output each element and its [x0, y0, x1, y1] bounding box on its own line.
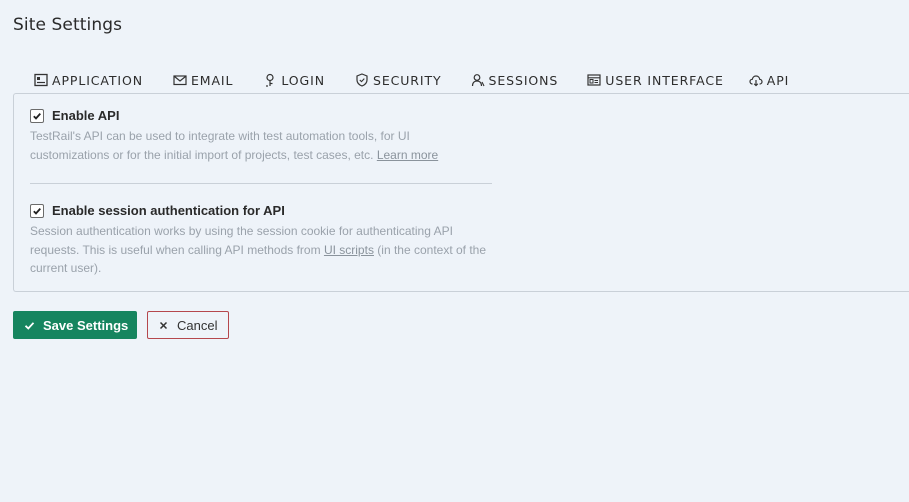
shield-icon	[355, 73, 369, 87]
session-auth-checkbox[interactable]	[30, 203, 44, 218]
divider	[30, 183, 492, 184]
enable-api-description: TestRail's API can be used to integrate …	[30, 127, 490, 164]
tab-api[interactable]: API	[748, 70, 790, 95]
user-interface-icon	[587, 73, 601, 87]
session-auth-label[interactable]: Enable session authentication for API	[52, 203, 285, 218]
tab-security[interactable]: SECURITY	[355, 70, 442, 93]
tab-label: SECURITY	[372, 72, 442, 88]
cancel-button[interactable]: Cancel	[147, 311, 229, 339]
tab-label: API	[766, 72, 790, 88]
ui-scripts-link[interactable]: UI scripts	[324, 243, 374, 257]
api-settings-panel: Enable API TestRail's API can be used to…	[13, 93, 909, 292]
tab-user-interface[interactable]: USER INTERFACE	[587, 70, 724, 93]
login-key-icon	[263, 73, 277, 87]
cloud-api-icon	[749, 73, 763, 87]
session-auth-setting: Enable session authentication for API Se…	[30, 203, 490, 278]
tab-label: APPLICATION	[52, 72, 143, 88]
learn-more-link[interactable]: Learn more	[377, 148, 438, 162]
tab-label: EMAIL	[191, 72, 234, 88]
sessions-user-icon	[471, 73, 485, 87]
tab-label: USER INTERFACE	[605, 72, 724, 88]
save-settings-button[interactable]: Save Settings	[13, 311, 137, 339]
tab-label: LOGIN	[281, 72, 325, 88]
cancel-label: Cancel	[177, 317, 218, 333]
enable-api-description-text: TestRail's API can be used to integrate …	[30, 129, 410, 162]
settings-tabs: APPLICATION EMAIL LOGIN SECURITY SESSION…	[34, 70, 790, 95]
tab-sessions[interactable]: SESSIONS	[471, 70, 559, 93]
tab-login[interactable]: LOGIN	[263, 70, 325, 93]
enable-api-setting: Enable API TestRail's API can be used to…	[30, 108, 490, 164]
tab-application[interactable]: APPLICATION	[34, 70, 143, 93]
page-title: Site Settings	[13, 15, 123, 35]
enable-api-label[interactable]: Enable API	[52, 108, 119, 123]
tab-email[interactable]: EMAIL	[173, 70, 233, 93]
enable-api-checkbox[interactable]	[30, 108, 44, 123]
save-settings-label: Save Settings	[43, 317, 129, 333]
session-auth-description: Session authentication works by using th…	[30, 222, 490, 278]
email-icon	[173, 73, 187, 87]
check-icon	[24, 320, 35, 331]
application-icon	[34, 73, 48, 87]
checkmark-icon	[33, 207, 41, 215]
checkmark-icon	[33, 112, 41, 120]
close-icon	[159, 321, 168, 330]
tab-label: SESSIONS	[488, 72, 559, 88]
